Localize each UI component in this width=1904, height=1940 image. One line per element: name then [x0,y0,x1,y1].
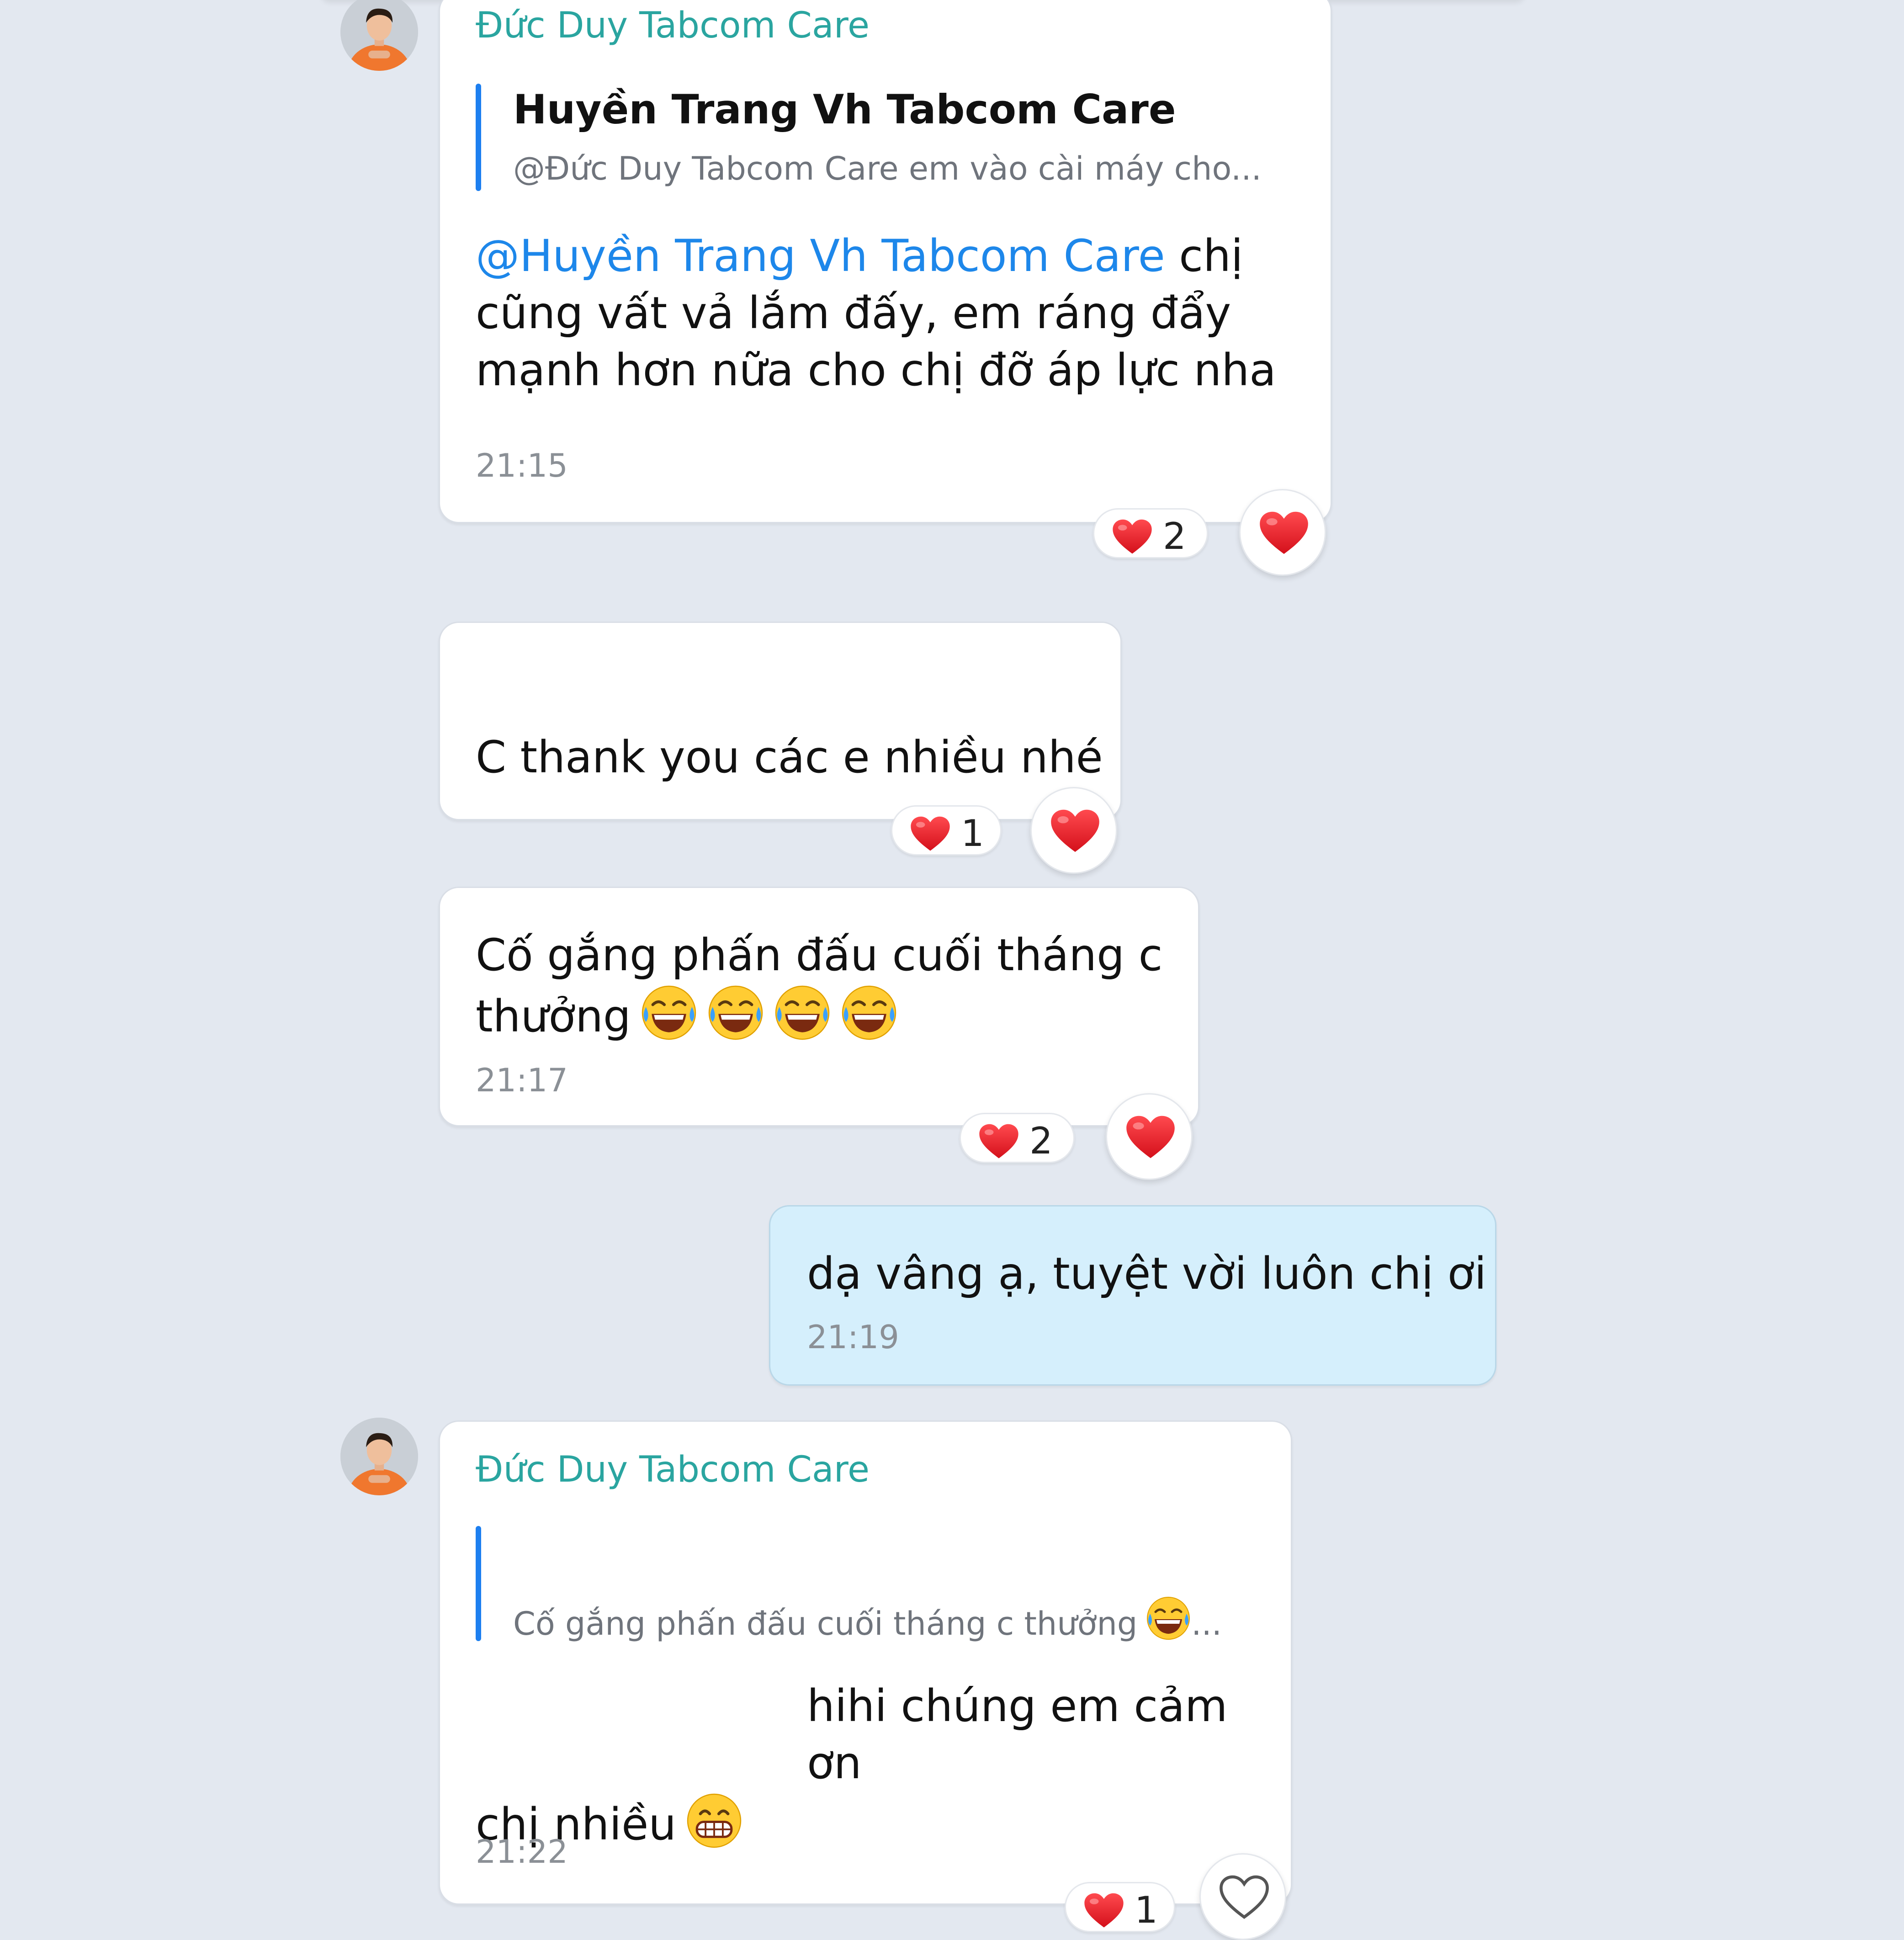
react-button[interactable] [1239,489,1326,576]
message-bubble[interactable]: Đức Duy Tabcom Care Cố gắng phấn đấu cuố… [439,1420,1292,1905]
avatar[interactable] [340,1418,418,1495]
reaction-count: 1 [961,812,984,855]
message-text: @Huyền Trang Vh Tabcom Care chị cũng vất… [476,230,1276,396]
quote-sender-name[interactable]: Huyền Trang Vh Tabcom Care [513,86,1176,133]
reaction-count: 2 [1163,515,1186,558]
message-bubble[interactable]: Cố gắng phấn đấu cuối tháng c thưởng 21:… [439,887,1199,1127]
laughing-tears-emoji [640,984,698,1042]
quote-bar [476,1526,481,1641]
reaction-summary[interactable]: 1 [891,805,1002,856]
heart-icon [1083,1892,1124,1929]
avatar[interactable] [340,0,418,71]
heart-icon [1125,1115,1176,1160]
heart-icon [1050,808,1100,854]
heart-icon [1259,510,1309,556]
react-button[interactable] [1106,1093,1193,1180]
reaction-summary[interactable]: 2 [960,1113,1075,1163]
message-time: 21:17 [476,1062,568,1099]
react-button[interactable] [1199,1853,1286,1940]
heart-icon [978,1123,1019,1160]
message-time: 21:19 [807,1318,899,1356]
quote-preview-text[interactable]: Cố gắng phấn đấu cuối tháng c thưởng... [513,1595,1222,1642]
react-button[interactable] [1030,787,1117,874]
message-text: Cố gắng phấn đấu cuối tháng c thưởng [476,930,1163,1042]
message-bubble[interactable]: C thank you các e nhiều nhé [439,622,1122,820]
heart-icon [910,816,951,852]
message-text: hihi chúng em cảm ơn chị nhiều [476,1680,1228,1850]
quote-preview-text[interactable]: @Đức Duy Tabcom Care em vào cài máy cho.… [513,150,1262,187]
mention-link[interactable]: @Huyền Trang Vh Tabcom Care [476,230,1165,282]
laughing-tears-emoji [1146,1595,1191,1641]
quote-bar [476,84,481,191]
reaction-summary[interactable]: 1 [1065,1882,1175,1932]
laughing-tears-emoji [774,984,831,1042]
reaction-count: 2 [1029,1120,1053,1162]
heart-outline-icon [1219,1875,1269,1920]
message-bubble[interactable]: Đức Duy Tabcom Care Huyền Trang Vh Tabco… [439,0,1332,523]
sender-name[interactable]: Đức Duy Tabcom Care [476,1449,870,1490]
sender-name[interactable]: Đức Duy Tabcom Care [476,5,870,46]
message-time: 21:22 [476,1833,568,1871]
reaction-summary[interactable]: 2 [1093,508,1208,558]
laughing-tears-emoji [840,984,898,1042]
laughing-tears-emoji [707,984,764,1042]
grinning-emoji [685,1792,743,1850]
message-time: 21:15 [476,447,568,484]
heart-icon [1112,519,1153,555]
own-message-bubble[interactable]: dạ vâng ạ, tuyệt vời luôn chị ơi 21:19 [769,1205,1496,1386]
message-text: dạ vâng ạ, tuyệt vời luôn chị ơi [807,1248,1487,1299]
reaction-count: 1 [1135,1889,1158,1931]
message-text: C thank you các e nhiều nhé [476,732,1103,783]
